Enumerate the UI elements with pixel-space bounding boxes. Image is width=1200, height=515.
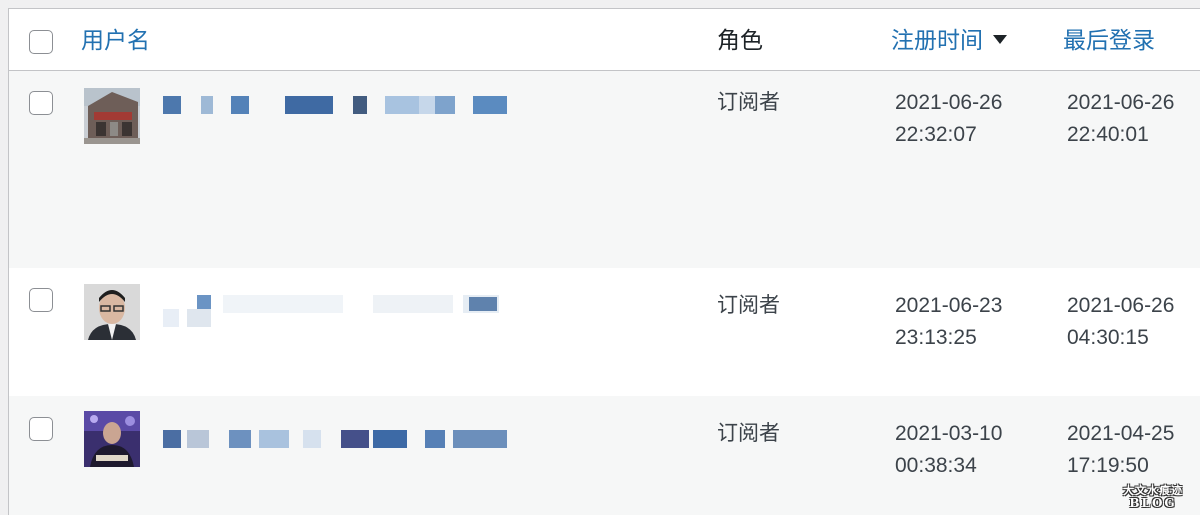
column-role: 角色 bbox=[717, 27, 763, 53]
table-row: 订阅者 2021-06-26 22:32:07 2021-06-26 22:40… bbox=[9, 71, 1200, 268]
table-row: 订阅者 2021-06-23 23:13:25 2021-06-26 04:30… bbox=[9, 268, 1200, 396]
select-all-checkbox[interactable] bbox=[29, 30, 53, 54]
column-username[interactable]: 用户名 bbox=[81, 26, 150, 54]
row-checkbox[interactable] bbox=[29, 91, 53, 115]
registered-time: 23:13:25 bbox=[895, 326, 977, 349]
avatar[interactable] bbox=[84, 284, 140, 340]
last-login-date: 2021-04-25 bbox=[1067, 422, 1175, 445]
last-login-time: 17:19:50 bbox=[1067, 454, 1149, 477]
watermark-line2: BLOG bbox=[1129, 496, 1177, 510]
users-table: 用户名 角色 注册时间 最后登录 订阅者 2021-06-26 22:32:07… bbox=[8, 8, 1200, 515]
username-redacted-link[interactable] bbox=[163, 295, 513, 327]
table-row: 订阅者 2021-03-10 00:38:34 2021-04-25 17:19… bbox=[9, 396, 1200, 515]
registered-time: 00:38:34 bbox=[895, 454, 977, 477]
row-checkbox[interactable] bbox=[29, 288, 53, 312]
username-redacted-link[interactable] bbox=[163, 430, 513, 450]
last-login-date: 2021-06-26 bbox=[1067, 294, 1175, 317]
registered-date: 2021-06-23 bbox=[895, 294, 1003, 317]
row-checkbox[interactable] bbox=[29, 417, 53, 441]
role-cell: 订阅者 bbox=[717, 91, 780, 114]
last-login-date: 2021-06-26 bbox=[1067, 91, 1175, 114]
registered-date: 2021-03-10 bbox=[895, 422, 1003, 445]
column-last-login[interactable]: 最后登录 bbox=[1063, 26, 1155, 54]
avatar[interactable] bbox=[84, 411, 140, 467]
last-login-time: 22:40:01 bbox=[1067, 123, 1149, 146]
blog-watermark: 大文水痕迹 BLOG bbox=[1123, 485, 1183, 510]
role-cell: 订阅者 bbox=[717, 294, 780, 317]
person-stage-photo-icon bbox=[84, 411, 140, 467]
column-registered-label[interactable]: 注册时间 bbox=[891, 27, 983, 53]
sort-desc-icon bbox=[993, 35, 1007, 44]
table-header: 用户名 角色 注册时间 最后登录 bbox=[9, 9, 1200, 71]
person-photo-icon bbox=[84, 284, 140, 340]
registered-time: 22:32:07 bbox=[895, 123, 977, 146]
registered-date: 2021-06-26 bbox=[895, 91, 1003, 114]
building-photo-icon bbox=[84, 88, 140, 144]
avatar[interactable] bbox=[84, 88, 140, 144]
username-redacted-link[interactable] bbox=[163, 96, 513, 116]
role-cell: 订阅者 bbox=[717, 422, 780, 445]
last-login-time: 04:30:15 bbox=[1067, 326, 1149, 349]
column-registered[interactable]: 注册时间 bbox=[891, 26, 1007, 54]
